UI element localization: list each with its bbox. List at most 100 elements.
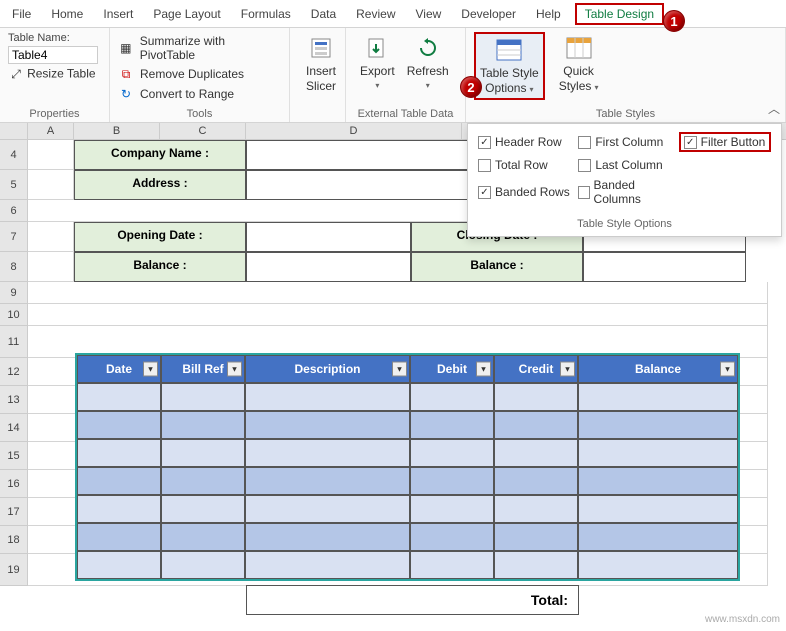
col-debit[interactable]: Debit▾ xyxy=(410,355,494,383)
checkbox-filter-button[interactable]: Filter Button xyxy=(679,132,771,152)
dupes-label: Remove Duplicates xyxy=(140,67,244,81)
convert-range-button[interactable]: ↻ Convert to Range xyxy=(118,84,281,104)
row-header[interactable]: 8 xyxy=(0,252,28,282)
balance1-value[interactable] xyxy=(246,252,411,282)
row-header[interactable]: 11 xyxy=(0,326,28,358)
col-credit[interactable]: Credit▾ xyxy=(494,355,578,383)
tab-home[interactable]: Home xyxy=(41,3,93,25)
table-row[interactable] xyxy=(77,383,738,411)
filter-dropdown-icon[interactable]: ▾ xyxy=(476,362,491,377)
cell[interactable] xyxy=(28,252,74,282)
group-label-extdata: External Table Data xyxy=(354,108,457,120)
tab-help[interactable]: Help xyxy=(526,3,571,25)
tab-review[interactable]: Review xyxy=(346,3,405,25)
resize-table-button[interactable]: ⤢ Resize Table xyxy=(8,66,101,82)
convert-icon: ↻ xyxy=(118,86,134,102)
collapse-ribbon-button[interactable]: ︿ xyxy=(768,100,780,117)
address-label[interactable]: Address : xyxy=(74,170,246,200)
tab-view[interactable]: View xyxy=(406,3,452,25)
row-header[interactable]: 5 xyxy=(0,170,28,200)
slicer-line1: Insert xyxy=(306,64,336,78)
row-header[interactable]: 14 xyxy=(0,414,28,442)
refresh-button[interactable]: Refresh▾ xyxy=(401,32,455,94)
filter-dropdown-icon[interactable]: ▾ xyxy=(143,362,158,377)
table-row[interactable] xyxy=(77,411,738,439)
tab-file[interactable]: File xyxy=(2,3,41,25)
balance2-value[interactable] xyxy=(583,252,746,282)
tab-data[interactable]: Data xyxy=(301,3,346,25)
row-header[interactable]: 18 xyxy=(0,526,28,554)
tab-insert[interactable]: Insert xyxy=(93,3,143,25)
checkbox-header-row[interactable]: Header Row xyxy=(478,132,570,152)
style-opts-line2: Options xyxy=(485,81,526,95)
col-header-d[interactable]: D xyxy=(246,123,462,139)
table-row[interactable] xyxy=(77,495,738,523)
cell[interactable] xyxy=(28,222,74,252)
tab-page-layout[interactable]: Page Layout xyxy=(143,3,230,25)
checkbox-last-column[interactable]: Last Column xyxy=(578,158,670,172)
col-bill-ref[interactable]: Bill Ref▾ xyxy=(161,355,245,383)
company-name-label[interactable]: Company Name : xyxy=(74,140,246,170)
opening-date-label[interactable]: Opening Date : xyxy=(74,222,246,252)
table-name-input[interactable] xyxy=(8,46,98,64)
refresh-icon xyxy=(414,34,442,62)
tab-developer[interactable]: Developer xyxy=(451,3,526,25)
row-header[interactable]: 17 xyxy=(0,498,28,526)
table-row[interactable] xyxy=(77,467,738,495)
total-row: Total: xyxy=(28,585,579,615)
row-header[interactable]: 6 xyxy=(0,200,28,222)
tab-formulas[interactable]: Formulas xyxy=(231,3,301,25)
row-header[interactable]: 10 xyxy=(0,304,28,326)
quick-styles-button[interactable]: QuickStyles ▾ xyxy=(553,32,605,96)
remove-duplicates-button[interactable]: ⧉ Remove Duplicates xyxy=(118,64,281,84)
total-row-label: Total Row xyxy=(495,158,548,172)
group-tools: ▦ Summarize with PivotTable ⧉ Remove Dup… xyxy=(110,28,290,122)
table-header-row: Date▾ Bill Ref▾ Description▾ Debit▾ Cred… xyxy=(77,355,738,383)
cell[interactable] xyxy=(28,140,74,170)
resize-icon: ⤢ xyxy=(8,66,24,82)
convert-label: Convert to Range xyxy=(140,87,234,101)
tab-table-design[interactable]: Table Design xyxy=(575,3,664,25)
row-header[interactable]: 13 xyxy=(0,386,28,414)
insert-slicer-button[interactable]: InsertSlicer xyxy=(298,32,344,96)
col-description[interactable]: Description▾ xyxy=(245,355,410,383)
table-row[interactable] xyxy=(77,439,738,467)
table-row[interactable] xyxy=(77,523,738,551)
checkbox-banded-rows[interactable]: Banded Rows xyxy=(478,178,570,206)
select-all-corner[interactable] xyxy=(0,123,28,139)
col-header-c[interactable]: C xyxy=(160,123,246,139)
checkbox-total-row[interactable]: Total Row xyxy=(478,158,570,172)
col-balance[interactable]: Balance▾ xyxy=(578,355,738,383)
col-header-a[interactable]: A xyxy=(28,123,74,139)
row-header[interactable]: 4 xyxy=(0,140,28,170)
group-table-styles: Table StyleOptions ▾ QuickStyles ▾ Table… xyxy=(466,28,786,122)
summarize-pivot-button[interactable]: ▦ Summarize with PivotTable xyxy=(118,32,281,64)
cell[interactable] xyxy=(28,170,74,200)
col-date[interactable]: Date▾ xyxy=(77,355,161,383)
balance1-label[interactable]: Balance : xyxy=(74,252,246,282)
row-header[interactable]: 15 xyxy=(0,442,28,470)
data-table[interactable]: Date▾ Bill Ref▾ Description▾ Debit▾ Cred… xyxy=(75,353,740,581)
filter-dropdown-icon[interactable]: ▾ xyxy=(227,362,242,377)
filter-dropdown-icon[interactable]: ▾ xyxy=(720,362,735,377)
table-row[interactable] xyxy=(77,551,738,579)
row-header[interactable]: 12 xyxy=(0,358,28,386)
checkbox-first-column[interactable]: First Column xyxy=(578,132,670,152)
cell[interactable] xyxy=(28,304,768,326)
filter-dropdown-icon[interactable]: ▾ xyxy=(392,362,407,377)
row-header[interactable]: 19 xyxy=(0,554,28,586)
row-header[interactable]: 9 xyxy=(0,282,28,304)
filter-dropdown-icon[interactable]: ▾ xyxy=(560,362,575,377)
opening-date-value[interactable] xyxy=(246,222,411,252)
col-header-b[interactable]: B xyxy=(74,123,160,139)
quick-styles-line2: Styles xyxy=(559,79,592,93)
export-button[interactable]: Export▾ xyxy=(354,32,401,94)
checkbox-banded-columns[interactable]: Banded Columns xyxy=(578,178,670,206)
check-icon xyxy=(578,159,591,172)
total-label[interactable]: Total: xyxy=(246,585,579,615)
table-style-options-button[interactable]: Table StyleOptions ▾ xyxy=(474,32,545,100)
balance2-label[interactable]: Balance : xyxy=(411,252,583,282)
row-header[interactable]: 16 xyxy=(0,470,28,498)
row-header[interactable]: 7 xyxy=(0,222,28,252)
cell[interactable] xyxy=(28,282,768,304)
